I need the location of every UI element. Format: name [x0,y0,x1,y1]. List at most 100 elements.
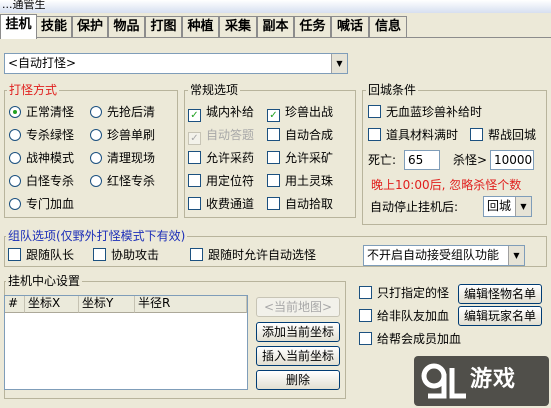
checkbox-empty-icon [188,151,201,164]
chevron-down-icon[interactable]: ▼ [331,54,347,73]
column-index[interactable]: # [5,296,25,313]
checkbox-empty-icon [267,128,280,141]
check-icon: ✓ [188,132,201,145]
checkbox-empty-icon [368,105,381,118]
tab-info[interactable]: 信息 [369,16,407,38]
checkbox-empty-icon [8,248,21,261]
radio-pet-solo[interactable]: 珍兽单刷 [90,127,155,143]
tab-divider [0,37,551,38]
tab-bar: 挂机 技能 保护 物品 打图 种植 采集 副本 任务 喊话 信息 [0,14,551,39]
checkbox-follow-auto-select[interactable]: 跟随时允许自动选怪 [190,247,316,263]
current-map-button: <当前地图> [256,297,340,317]
logo-text: 游戏 [470,367,517,392]
tab-plant[interactable]: 种植 [182,16,219,38]
column-x[interactable]: 坐标X [25,296,79,313]
checkbox-no-hp-mp[interactable]: 无血蓝珍兽补给时 [368,104,482,120]
checkbox-auto-compose[interactable]: 自动合成 [267,127,333,143]
radio-white-only[interactable]: 白怪专杀 [9,173,74,189]
checkbox-allow-herb[interactable]: 允许采药 [188,150,254,166]
window-title: ...通管生 [0,0,551,13]
checkbox-heal-guild[interactable]: 给帮会成员加血 [359,331,461,347]
checkbox-empty-icon [188,174,201,187]
checkbox-city-supply[interactable]: ✓ 城内补给 [188,104,254,122]
mode-select[interactable]: <自动打怪> ▼ [4,53,348,74]
column-y[interactable]: 坐标Y [79,296,135,313]
team-options-title: 组队选项(仅野外打怪模式下有效) [6,229,188,243]
checkbox-empty-icon [359,309,372,322]
coordinate-table[interactable]: # 坐标X 坐标Y 半径R [4,295,248,390]
tab-skills[interactable]: 技能 [36,16,72,38]
column-radius[interactable]: 半径R [135,296,247,313]
coordinate-table-header: # 坐标X 坐标Y 半径R [5,296,247,313]
auto-stop-label: 自动停止挂机后: [370,200,459,214]
checkbox-empty-icon [267,174,280,187]
radio-red-only[interactable]: 红怪专杀 [90,173,155,189]
check-icon: ✓ [267,109,280,122]
mode-select-value: <自动打怪> [8,56,77,70]
check-icon: ✓ [188,109,201,122]
checkbox-allow-mine[interactable]: 允许采矿 [267,150,333,166]
radio-off-icon [90,129,102,141]
radio-off-icon [90,175,102,187]
auto-stop-value: 回城 [487,199,512,213]
radio-off-icon [90,152,102,164]
checkbox-empty-icon [368,128,381,141]
checkbox-paid-channel[interactable]: 收费通道 [188,196,254,212]
checkbox-auto-pickup[interactable]: 自动拾取 [267,196,333,212]
checkbox-items-full[interactable]: 道具材料满时 [368,127,458,143]
add-coordinate-button[interactable]: 添加当前坐标 [256,322,340,342]
radio-off-icon [9,152,21,164]
checkbox-pet-fight[interactable]: ✓ 珍兽出战 [267,104,333,122]
radio-clear-scene[interactable]: 清理现场 [90,150,155,166]
edit-player-list-button[interactable]: 编辑玩家名单 [458,306,542,326]
tab-items[interactable]: 物品 [108,16,145,38]
tab-map[interactable]: 打图 [145,16,182,38]
chevron-down-icon[interactable]: ▼ [515,197,531,216]
death-label: 死亡: [368,153,397,167]
tab-dungeon[interactable]: 副本 [257,16,294,38]
checkbox-empty-icon [93,248,106,261]
tab-gather[interactable]: 采集 [219,16,257,38]
general-options-title: 常规选项 [188,83,241,97]
checkbox-follow-leader[interactable]: 跟随队长 [8,247,74,263]
death-count-input[interactable]: 65 [404,150,440,170]
radio-green-only[interactable]: 专杀绿怪 [9,127,74,143]
checkbox-empty-icon [267,197,280,210]
tab-shout[interactable]: 喊话 [331,16,369,38]
kill-label: 杀怪> [453,153,488,167]
radio-normal-clear[interactable]: 正常清怪 [9,104,74,120]
checkbox-empty-icon [267,151,280,164]
checkbox-empty-icon [470,128,483,141]
radio-heal-only[interactable]: 专门加血 [9,196,74,212]
radio-grab-then-clear[interactable]: 先抢后清 [90,104,155,120]
attack-mode-title: 打怪方式 [7,83,60,97]
delete-button[interactable]: 删除 [256,370,340,390]
logo-mark-icon [421,363,466,399]
accept-invite-select[interactable]: 不开启自动接受组队功能 ▼ [363,245,525,266]
radio-on-icon [9,106,21,118]
checkbox-only-attack[interactable]: 只打指定的怪 [359,285,449,301]
checkbox-empty-icon [359,332,372,345]
checkbox-assist-attack[interactable]: 协助攻击 [93,247,159,263]
checkbox-empty-icon [359,286,372,299]
radio-off-icon [9,175,21,187]
insert-coordinate-button[interactable]: 插入当前坐标 [256,346,340,366]
kill-count-input[interactable]: 10000 [490,150,534,170]
checkbox-empty-icon [188,197,201,210]
checkbox-earth-bead[interactable]: 用土灵珠 [267,173,333,189]
checkbox-heal-non-party[interactable]: 给非队友加血 [359,308,449,324]
checkbox-help-return[interactable]: 帮战回城 [470,127,536,143]
radio-war-god[interactable]: 战神模式 [9,150,74,166]
auto-stop-select[interactable]: 回城 ▼ [483,196,532,217]
edit-monster-list-button[interactable]: 编辑怪物名单 [458,284,542,304]
tab-hang[interactable]: 挂机 [0,14,37,39]
return-city-title: 回城条件 [366,83,419,97]
radio-off-icon [90,106,102,118]
checkbox-locator[interactable]: 用定位符 [188,173,254,189]
chevron-down-icon[interactable]: ▼ [508,246,524,265]
center-settings-title: 挂机中心设置 [6,274,83,288]
checkbox-auto-answer: ✓ 自动答题 [188,127,254,145]
tab-protect[interactable]: 保护 [72,16,108,38]
tab-quest[interactable]: 任务 [294,16,331,38]
radio-off-icon [9,129,21,141]
